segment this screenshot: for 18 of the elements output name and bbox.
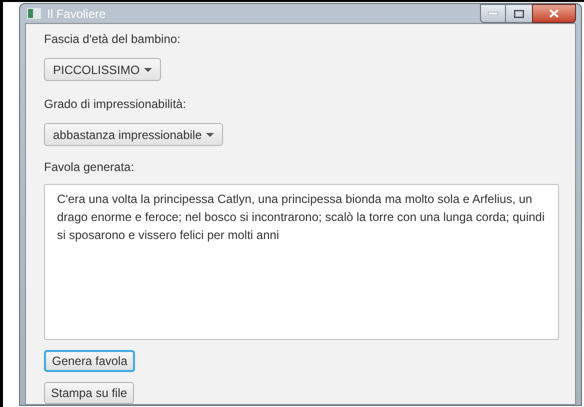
app-icon bbox=[27, 8, 41, 19]
minimize-button[interactable] bbox=[480, 4, 506, 23]
field-label: Favola generata: bbox=[44, 159, 134, 176]
dropdown[interactable]: abbastanza impressionabile bbox=[44, 123, 223, 146]
window-title: Il Favoliere bbox=[47, 6, 106, 22]
field-label: Grado di impressionabilità: bbox=[44, 96, 186, 113]
dropdown[interactable]: PICCOLISSIMO bbox=[44, 58, 161, 81]
action-button[interactable]: Genera favola bbox=[44, 350, 136, 372]
caret-icon bbox=[144, 68, 152, 72]
action-button[interactable]: Stampa su file bbox=[44, 382, 134, 404]
story-text-area[interactable]: C'era una volta la principessa Catlyn, una principessa bionda ma molto sola e Arfelius, un drago enorme e feroce; nel bosco si incontrarono; scalò la torre con una lunga corda; quindi si sposarono e vissero felici per molti anni bbox=[44, 184, 559, 340]
field-label: Fascia d'età del bambino: bbox=[44, 31, 180, 48]
maximize-button[interactable] bbox=[506, 4, 532, 23]
caret-icon bbox=[206, 132, 214, 136]
close-icon bbox=[549, 9, 559, 18]
close-button[interactable] bbox=[532, 4, 576, 23]
minimize-icon bbox=[488, 12, 498, 15]
maximize-icon bbox=[514, 10, 524, 18]
